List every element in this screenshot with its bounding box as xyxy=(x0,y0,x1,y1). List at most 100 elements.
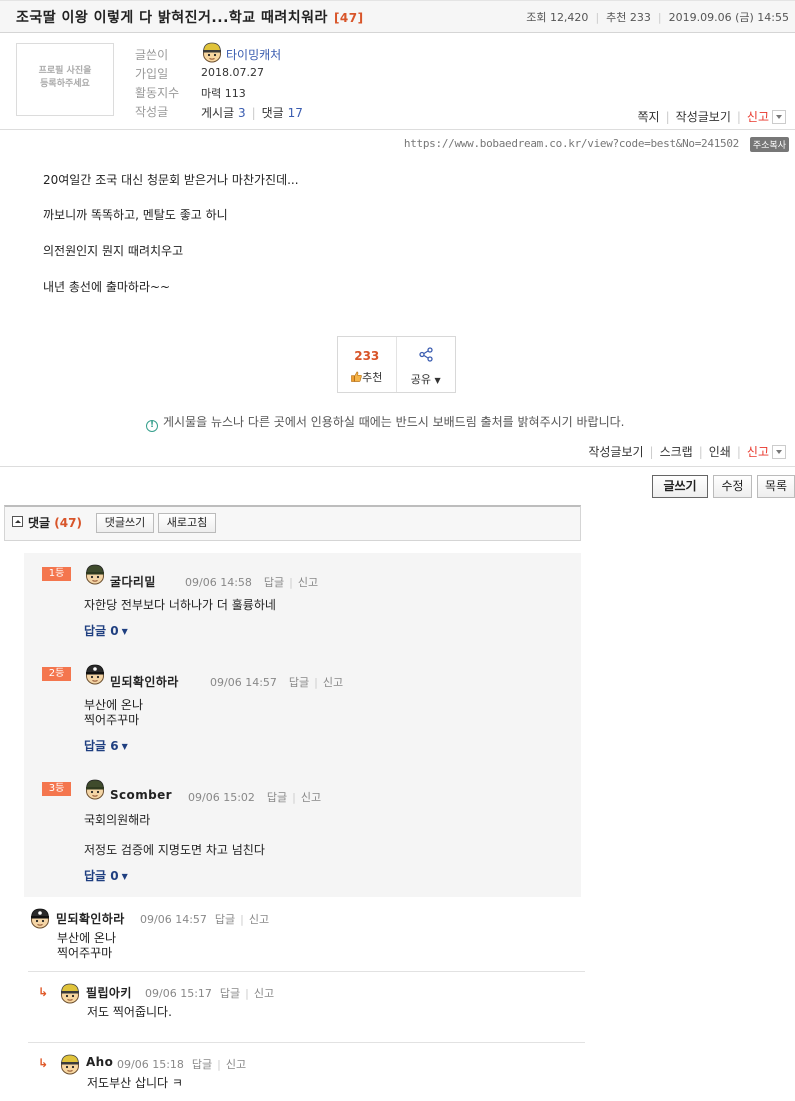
comment-time: 09/06 14:57 xyxy=(210,676,277,689)
comment-text: 자한당 전부보다 너하나가 더 훌륭하네 xyxy=(84,598,276,612)
comment-meta: 09/06 14:58 답글 | 신고 xyxy=(185,576,319,589)
comment-text-line: 찍어주꾸마 xyxy=(57,946,113,960)
write-post-button[interactable]: 글쓰기 xyxy=(652,475,708,498)
reply-count: 답글 0 xyxy=(84,869,119,883)
comment-nick[interactable]: Aho xyxy=(86,1055,113,1069)
caret-down-icon: ▼ xyxy=(121,627,128,636)
report-comment-link[interactable]: 신고 xyxy=(298,576,318,589)
comment-meta: 09/06 15:17 답글 | 신고 xyxy=(145,987,275,1000)
report-comment-link[interactable]: 신고 xyxy=(249,913,269,926)
share-icon xyxy=(419,347,433,362)
citation-notice: ! 게시물을 뉴스나 다른 곳에서 인용하실 때에는 반드시 보배드림 출처를 밝… xyxy=(146,413,624,432)
comments-title-text: 댓글 xyxy=(28,516,51,530)
reply-link[interactable]: 답글 xyxy=(289,676,309,689)
comments-count[interactable]: 17 xyxy=(288,106,303,120)
joined-label: 가입일 xyxy=(135,67,169,81)
view-posts-link[interactable]: 작성글보기 xyxy=(676,108,731,125)
post-title: 조국딸 이왕 이렇게 다 밝혀진거...학교 때려치워라 [47] xyxy=(16,7,364,27)
profile-photo-text: 프로필 사진을 등록하주세요 xyxy=(16,65,114,91)
writer-avatar-icon xyxy=(201,41,223,63)
share-button[interactable]: 공유 ▼ xyxy=(397,337,456,392)
reply-link[interactable]: 답글 xyxy=(220,987,240,1000)
profile-photo-text-line2: 등록하주세요 xyxy=(40,79,90,89)
activity-value: 마력 113 xyxy=(201,87,246,100)
edit-post-button[interactable]: 수정 xyxy=(713,475,752,498)
body-line: 20여일간 조국 대신 청문회 받은거나 마찬가진데... xyxy=(43,173,299,187)
citation-notice-text: 게시물을 뉴스나 다른 곳에서 인용하실 때에는 반드시 보배드림 출처를 밝혀… xyxy=(163,415,625,429)
recommend-count-value: 233 xyxy=(354,349,380,363)
comments-title: 댓글 (47) xyxy=(28,514,82,531)
copy-url-button[interactable]: 주소복사 xyxy=(749,137,789,152)
comment-meta: 09/06 15:18 답글 | 신고 xyxy=(117,1058,247,1071)
comment-time: 09/06 14:58 xyxy=(185,576,252,589)
rank-badge: 1등 xyxy=(42,567,71,581)
comment-text: 저도부산 삽니다 ㅋ xyxy=(87,1076,183,1090)
body-line: 까보니까 똑똑하고, 멘탈도 좋고 하니 xyxy=(43,208,228,222)
posts-count[interactable]: 3 xyxy=(238,106,246,120)
list-button[interactable]: 목록 xyxy=(757,475,795,498)
comment-nick[interactable]: 믿되확인하라 xyxy=(110,673,179,690)
write-comment-button[interactable]: 댓글쓰기 xyxy=(96,513,154,533)
report-comment-link[interactable]: 신고 xyxy=(323,676,343,689)
view-posts-link-bottom[interactable]: 작성글보기 xyxy=(588,443,643,460)
recommend-count: 추천 233 xyxy=(606,11,651,24)
message-link[interactable]: 쪽지 xyxy=(638,108,660,125)
reply-count: 답글 0 xyxy=(84,624,119,638)
refresh-button[interactable]: 새로고침 xyxy=(158,513,216,533)
reply-count-toggle[interactable]: 답글 6 ▼ xyxy=(84,737,128,754)
caret-down-icon: ▼ xyxy=(121,742,128,751)
recommend-share-box: 233 추천 공유 ▼ xyxy=(337,336,456,393)
commenter-avatar-icon xyxy=(84,778,106,800)
report-link[interactable]: 신고 xyxy=(747,108,769,125)
comment-nick[interactable]: 믿되확인하라 xyxy=(56,910,125,927)
commenter-avatar-icon xyxy=(59,1053,81,1075)
scrap-link[interactable]: 스크랩 xyxy=(660,443,693,460)
comments-count-label[interactable]: 댓글 xyxy=(262,106,284,120)
reply-link[interactable]: 답글 xyxy=(264,576,284,589)
comment-time: 09/06 15:17 xyxy=(145,987,212,1000)
reply-count-toggle[interactable]: 답글 0 ▼ xyxy=(84,867,128,884)
comment-text: 국회의원해라 xyxy=(84,813,151,827)
reply-count-toggle[interactable]: 답글 0 ▼ xyxy=(84,622,128,639)
reply-link[interactable]: 답글 xyxy=(215,913,235,926)
view-count: 조회 12,420 xyxy=(526,11,589,24)
rank-badge: 2등 xyxy=(42,667,71,681)
comment-meta: 09/06 14:57 답글 | 신고 xyxy=(210,676,344,689)
reply-link[interactable]: 답글 xyxy=(192,1058,212,1071)
recommend-button[interactable]: 233 추천 xyxy=(338,337,397,392)
comment-nick[interactable]: 필립아키 xyxy=(86,984,132,1001)
report-dropdown-icon[interactable] xyxy=(772,109,786,124)
comment-text-line: 부산에 온나 xyxy=(57,931,117,945)
caret-down-icon: ▼ xyxy=(434,376,441,385)
comment-time: 09/06 14:57 xyxy=(140,913,207,926)
body-line: 내년 총선에 출마하라~~ xyxy=(43,280,171,294)
comment-nick[interactable]: 굴다리밑 xyxy=(110,573,156,590)
profile-photo-text-line1: 프로필 사진을 xyxy=(38,66,92,76)
recommend-label: 추천 xyxy=(362,371,383,384)
writer-name[interactable]: 타이밍캐처 xyxy=(226,46,281,63)
divider xyxy=(0,466,795,467)
post-url: https://www.bobaedream.co.kr/view?code=b… xyxy=(403,137,739,150)
post-date: 2019.09.06 (금) 14:55 xyxy=(668,11,789,24)
commenter-avatar-icon xyxy=(84,663,106,685)
comment-meta: 09/06 15:02 답글 | 신고 xyxy=(188,791,322,804)
report-link-bottom[interactable]: 신고 xyxy=(747,443,769,460)
report-dropdown-icon[interactable] xyxy=(772,444,786,459)
collapse-toggle-icon[interactable] xyxy=(12,516,23,527)
comments-title-count: (47) xyxy=(54,516,82,530)
report-comment-link[interactable]: 신고 xyxy=(226,1058,246,1071)
print-link[interactable]: 인쇄 xyxy=(709,443,731,460)
commenter-avatar-icon xyxy=(84,563,106,585)
posts-count-label[interactable]: 게시글 xyxy=(201,106,234,120)
reply-link[interactable]: 답글 xyxy=(267,791,287,804)
post-comment-count[interactable]: [47] xyxy=(334,11,364,25)
report-comment-link[interactable]: 신고 xyxy=(254,987,274,1000)
comment-divider xyxy=(28,1042,585,1043)
commenter-avatar-icon xyxy=(59,982,81,1004)
comment-meta: 09/06 14:57 답글 | 신고 xyxy=(140,913,270,926)
comment-nick[interactable]: Scomber xyxy=(110,788,172,802)
report-comment-link[interactable]: 신고 xyxy=(301,791,321,804)
commenter-avatar-icon xyxy=(29,907,51,929)
writer-label: 글쓴이 xyxy=(135,48,169,62)
reply-arrow-icon: ↳ xyxy=(38,1056,49,1070)
